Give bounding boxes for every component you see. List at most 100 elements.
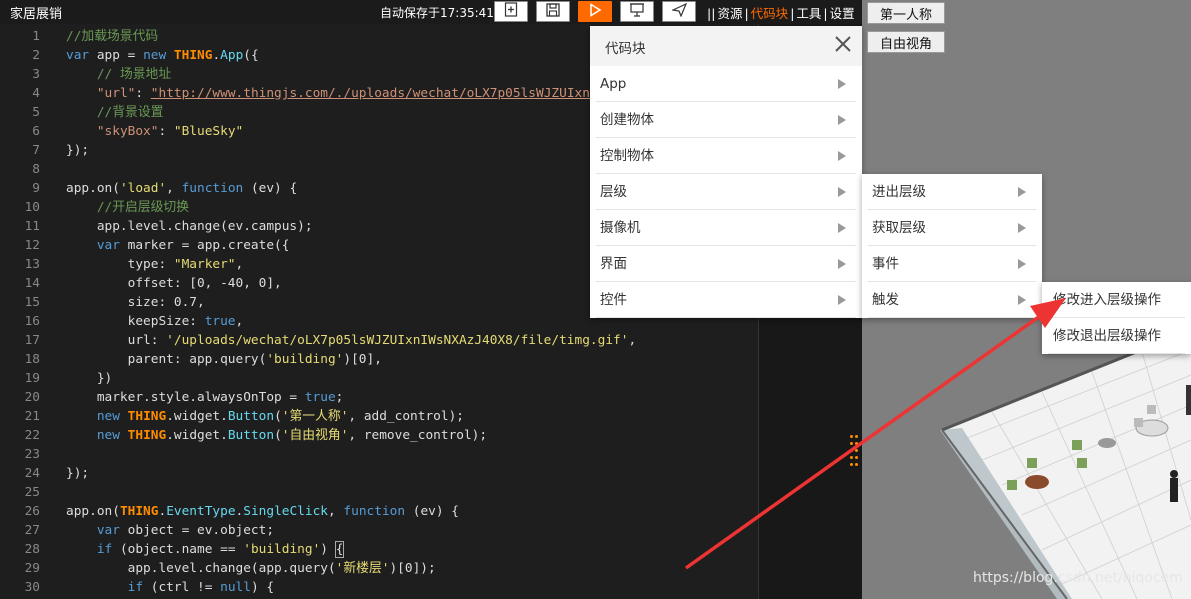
code-token: Button (227, 409, 275, 424)
code-token: if (127, 580, 144, 595)
code-line[interactable]: 26 app.on(THING.EventType.SingleClick, fu… (0, 502, 758, 521)
code-token: new (143, 48, 167, 63)
codeblock-menu-item[interactable]: 控件 (590, 282, 862, 318)
code-token: .widget. (166, 409, 228, 424)
codeblock-menu-item[interactable]: 层级 (590, 174, 862, 210)
chevron-right-icon (838, 259, 846, 269)
new-file-button[interactable] (494, 1, 528, 22)
code-token: THING (119, 504, 159, 519)
code-text: keepSize: true, (66, 312, 244, 331)
nav-link-codeblock[interactable]: 代码块 (751, 6, 789, 21)
first-person-button[interactable]: 第一人称 (867, 2, 945, 24)
code-line[interactable]: 17 url: '/uploads/wechat/oLX7p05lsWJZUIx… (0, 331, 758, 350)
code-token: ( (274, 428, 282, 443)
code-line[interactable]: 30 if (ctrl != null) { (0, 578, 758, 597)
codeblock-menu-item[interactable]: App (590, 66, 862, 102)
line-number: 1 (32, 29, 40, 44)
code-token: , (166, 181, 182, 196)
watermark-text: https://blog.csdn.net/niqocem (973, 570, 1183, 586)
chevron-right-icon (838, 295, 846, 305)
save-button[interactable] (536, 1, 570, 22)
trigger-submenu-item-label: 修改进入层级操作 (1053, 292, 1161, 308)
code-line[interactable]: 19 }) (0, 369, 758, 388)
code-token: (ev) { (243, 181, 298, 196)
codeblock-menu-item-label: 层级 (600, 184, 627, 200)
code-token: //加载场景代码 (66, 29, 159, 44)
code-token: "Marker" (173, 257, 236, 272)
code-token: parent: app.query( (66, 352, 267, 367)
line-number: 27 (24, 523, 40, 538)
codeblock-menu-item[interactable]: 摄像机 (590, 210, 862, 246)
resize-handle[interactable] (850, 435, 860, 469)
code-text: app.level.change(ev.campus); (66, 217, 313, 236)
nav-link-tools[interactable]: 工具 (796, 6, 821, 21)
code-token: )[0]); (389, 561, 436, 576)
code-line[interactable]: 20 marker.style.alwaysOnTop = true; (0, 388, 758, 407)
close-icon[interactable] (834, 35, 852, 53)
line-number: 25 (24, 485, 40, 500)
code-token: null (220, 580, 251, 595)
code-token: type: (66, 257, 174, 272)
code-token: marker.style.alwaysOnTop = (66, 390, 305, 405)
codeblock-menu-title: 代码块 (605, 41, 646, 57)
code-line[interactable]: 29 app.level.change(app.query('新楼层')[0])… (0, 559, 758, 578)
level-submenu-item-label: 事件 (872, 256, 899, 272)
line-number: 28 (24, 542, 40, 557)
trigger-submenu-item-label: 修改退出层级操作 (1053, 328, 1161, 344)
code-line[interactable]: 27 var object = ev.object; (0, 521, 758, 540)
code-token: new (96, 409, 120, 424)
level-submenu-item[interactable]: 触发 (862, 282, 1042, 318)
line-number: 5 (32, 105, 40, 120)
code-token: true (204, 314, 236, 329)
top-toolbar: 家居展销 自动保存于17:35:41 || 资源 | 代码块 | 工具 | 设置 (0, 0, 862, 24)
code-token: var (66, 48, 90, 63)
code-text: new THING.widget.Button('自由视角', remove_c… (66, 426, 487, 445)
trigger-submenu: 修改进入层级操作 修改退出层级操作 (1042, 282, 1191, 354)
presentation-button[interactable] (620, 1, 654, 22)
trigger-submenu-item[interactable]: 修改退出层级操作 (1042, 318, 1191, 354)
codeblock-menu-item[interactable]: 控制物体 (590, 138, 862, 174)
code-text: app.on('load', function (ev) { (66, 179, 297, 198)
level-submenu-item[interactable]: 事件 (862, 246, 1042, 282)
code-line[interactable]: 25 (0, 483, 758, 502)
trigger-submenu-item[interactable]: 修改进入层级操作 (1042, 282, 1191, 318)
code-line[interactable]: 28 if (object.name == 'building') { (0, 540, 758, 559)
nav-link-resources[interactable]: 资源 (717, 6, 742, 21)
line-number: 24 (24, 466, 40, 481)
code-token: ) (320, 542, 336, 557)
code-line[interactable]: 22 new THING.widget.Button('自由视角', remov… (0, 426, 758, 445)
run-button[interactable] (578, 1, 612, 22)
free-view-button[interactable]: 自由视角 (867, 31, 945, 53)
code-token: if (96, 542, 113, 557)
code-token: "BlueSky" (173, 124, 244, 139)
code-token: size: 0.7, (66, 295, 205, 310)
chevron-right-icon (1018, 223, 1026, 233)
code-token: (object.name == (112, 542, 244, 557)
code-token: EventType (166, 504, 236, 519)
play-icon (588, 2, 602, 21)
code-token: true (304, 390, 336, 405)
code-line[interactable]: 24}); (0, 464, 758, 483)
code-line[interactable]: 21 new THING.widget.Button('第一人称', add_c… (0, 407, 758, 426)
level-submenu-item[interactable]: 进出层级 (862, 174, 1042, 210)
code-token: , (235, 314, 244, 329)
code-line[interactable]: 23 (0, 445, 758, 464)
chevron-right-icon (838, 187, 846, 197)
line-number: 15 (24, 295, 40, 310)
level-submenu: 进出层级 获取层级事件触发 (862, 174, 1042, 318)
level-submenu-item[interactable]: 获取层级 (862, 210, 1042, 246)
line-number: 2 (32, 48, 40, 63)
code-token: url: (66, 333, 167, 348)
nav-link-settings[interactable]: 设置 (830, 6, 855, 21)
code-token: 'building' (243, 542, 321, 557)
code-text: marker.style.alwaysOnTop = true; (66, 388, 344, 407)
send-button[interactable] (662, 1, 696, 22)
line-number: 9 (32, 181, 40, 196)
code-line[interactable]: 18 parent: app.query('building')[0], (0, 350, 758, 369)
codeblock-menu-item[interactable]: 界面 (590, 246, 862, 282)
codeblock-menu-item[interactable]: 创建物体 (590, 102, 862, 138)
code-token: 'building' (266, 352, 344, 367)
code-token: ) { (250, 580, 275, 595)
